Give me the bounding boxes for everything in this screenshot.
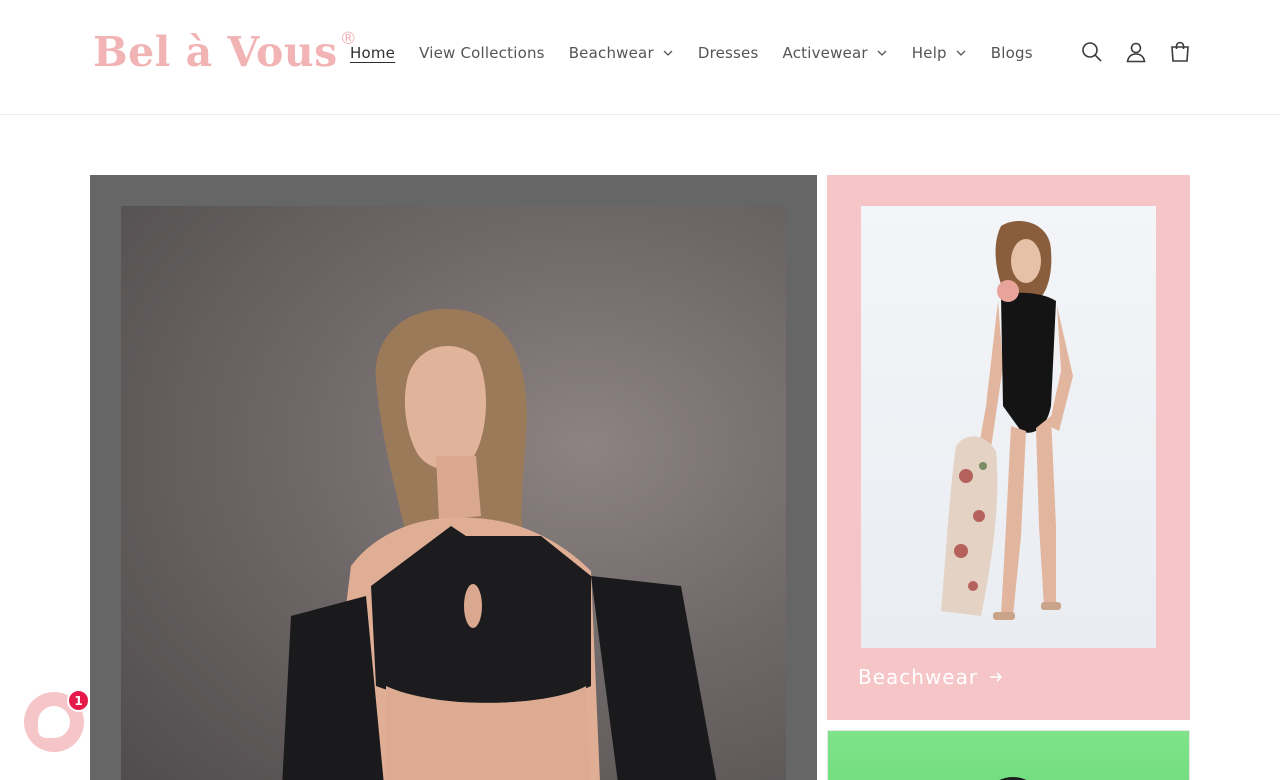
featured-model-photo: [121, 206, 786, 780]
search-icon: [1082, 42, 1102, 62]
nav-item-help[interactable]: Help: [912, 44, 967, 62]
nav-item-label: Help: [911, 44, 947, 62]
activewear-collection-tile[interactable]: [827, 730, 1190, 780]
activewear-model-photo: [828, 731, 1189, 780]
brand-logo[interactable]: Bel à Vous ®: [93, 26, 357, 78]
nav-item-label: Blogs: [990, 44, 1033, 62]
beachwear-collection-tile[interactable]: Beachwear: [827, 175, 1190, 720]
cart-icon: [1171, 41, 1189, 62]
nav-item-label: View Collections: [419, 44, 545, 62]
search-button[interactable]: [1078, 38, 1106, 66]
main-nav: Home View Collections Beachwear Dresses …: [350, 40, 1033, 66]
nav-item-label: Activewear: [782, 44, 868, 62]
nav-item-home[interactable]: Home: [350, 44, 395, 62]
model-illustration: [282, 308, 717, 780]
nav-item-label: Dresses: [697, 44, 759, 62]
logo-text: Bel à Vous: [93, 28, 338, 76]
beachwear-tile-label: Beachwear: [858, 665, 979, 689]
cart-button[interactable]: [1166, 38, 1194, 66]
nav-item-view-collections[interactable]: View Collections: [419, 44, 545, 62]
account-icon: [1126, 42, 1146, 63]
chevron-down-icon: [956, 50, 966, 56]
header-actions: [1078, 38, 1194, 66]
nav-item-label: Beachwear: [568, 44, 654, 62]
beachwear-tile-link[interactable]: Beachwear: [858, 665, 1004, 689]
chat-bubble-icon: [38, 706, 70, 738]
beachwear-model-photo: [861, 206, 1156, 648]
chevron-down-icon: [877, 50, 887, 56]
site-header: Bel à Vous ® Home View Collections Beach…: [0, 0, 1280, 115]
account-button[interactable]: [1122, 38, 1150, 66]
nav-item-activewear[interactable]: Activewear: [783, 44, 888, 62]
nav-item-beachwear[interactable]: Beachwear: [569, 44, 674, 62]
chat-notification-badge: 1: [67, 689, 90, 712]
arrow-right-icon: [990, 672, 1003, 682]
nav-item-blogs[interactable]: Blogs: [991, 44, 1033, 62]
featured-collection-tile[interactable]: [90, 175, 817, 780]
beachwear-illustration: [941, 220, 1073, 620]
chevron-down-icon: [663, 50, 673, 56]
activewear-illustration: [999, 777, 1027, 780]
nav-item-label: Home: [350, 44, 396, 62]
nav-item-dresses[interactable]: Dresses: [698, 44, 759, 62]
